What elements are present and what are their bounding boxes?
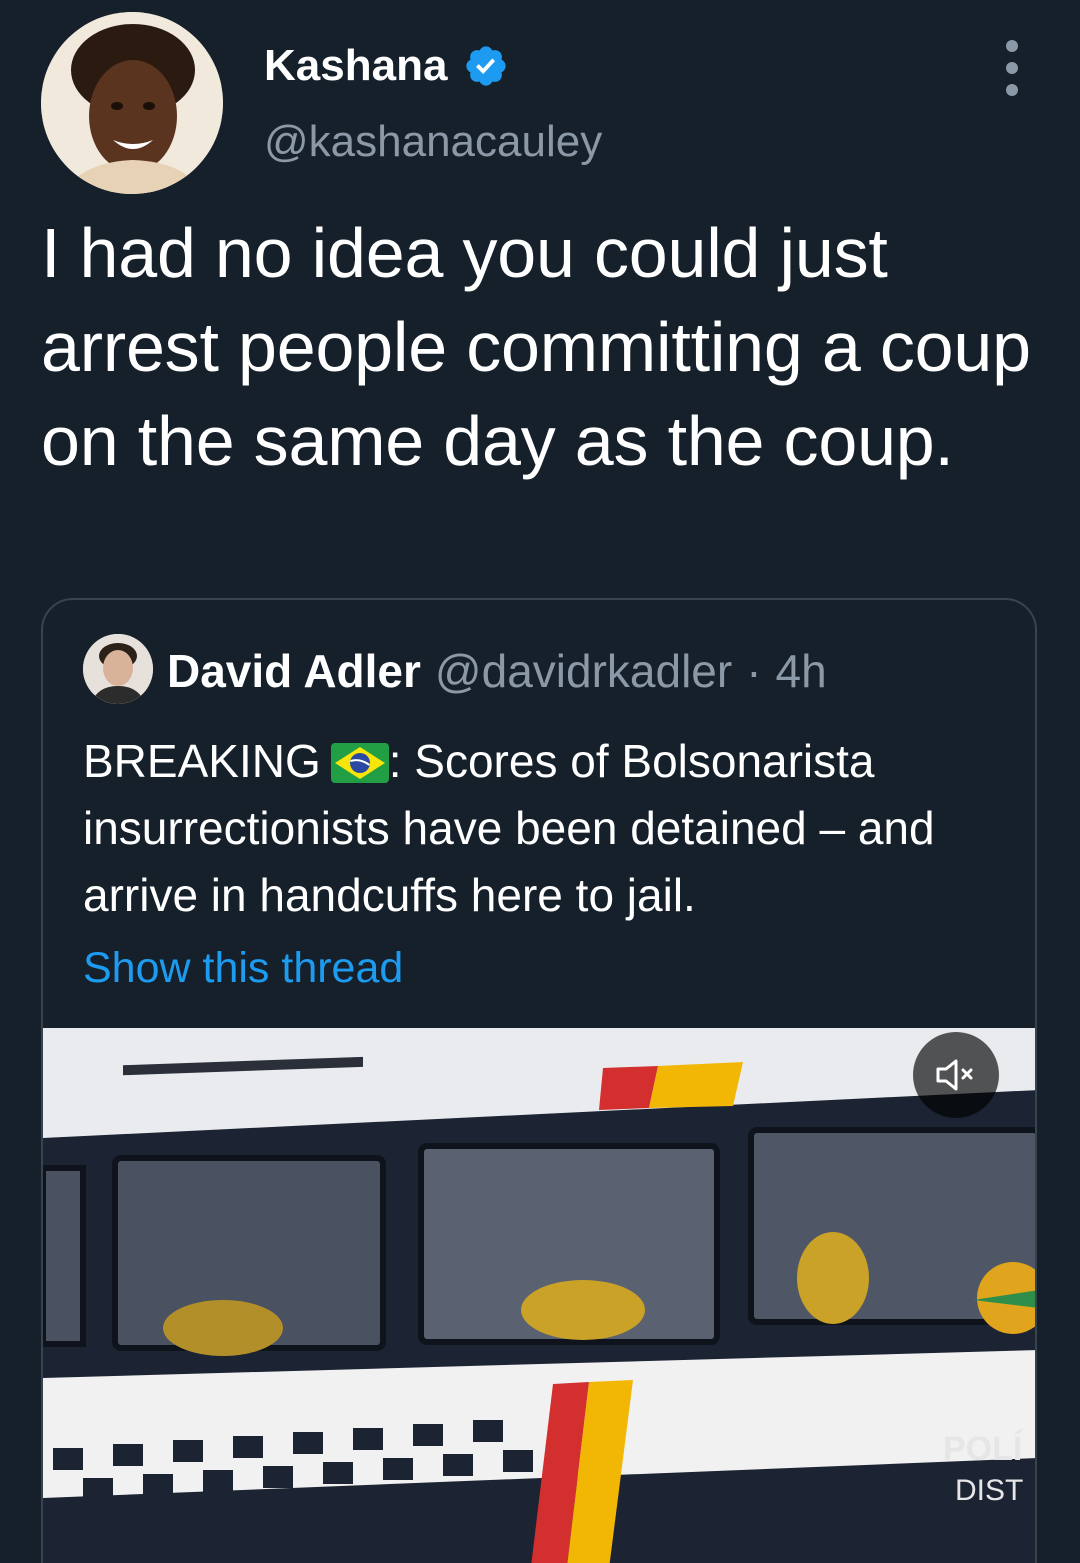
tweet-page: Kashana @kashanacauley I had no idea you… (0, 0, 1080, 1563)
brazil-flag-icon (330, 743, 389, 783)
breaking-label: BREAKING (83, 735, 321, 787)
show-thread-link[interactable]: Show this thread (83, 940, 403, 996)
author-display-name[interactable]: Kashana (264, 40, 447, 92)
quoted-timestamp[interactable]: 4h (776, 644, 827, 698)
more-vertical-icon[interactable] (998, 40, 1026, 96)
author-name-row: Kashana (264, 40, 509, 92)
quoted-tweet-card[interactable]: David Adler @davidrkadler · 4h BREAKING:… (41, 598, 1037, 1563)
more-dot (1006, 84, 1018, 96)
meta-separator: · (746, 645, 762, 697)
author-handle[interactable]: @kashanacauley (264, 116, 602, 168)
volume-muted-icon[interactable] (913, 1032, 999, 1118)
quoted-author-name[interactable]: David Adler (167, 644, 421, 698)
bus-text-line1: POLÍ (943, 1430, 1024, 1468)
quoted-author-avatar[interactable] (83, 634, 153, 704)
quoted-header: David Adler @davidrkadler · 4h (167, 644, 827, 698)
verified-badge-icon (466, 46, 507, 86)
quoted-tweet-text: BREAKING: Scores of Bolsonarista insurre… (83, 728, 1003, 929)
quoted-author-handle[interactable]: @davidrkadler (435, 644, 732, 698)
video-frame: POLÍ DIST (43, 1028, 1035, 1563)
more-dot (1006, 62, 1018, 74)
video-media[interactable]: POLÍ DIST (43, 1028, 1035, 1563)
author-avatar[interactable] (41, 12, 223, 194)
bus-text-line2: DIST (955, 1474, 1023, 1507)
tweet-text: I had no idea you could just arrest peop… (41, 214, 1031, 480)
more-dot (1006, 40, 1018, 52)
